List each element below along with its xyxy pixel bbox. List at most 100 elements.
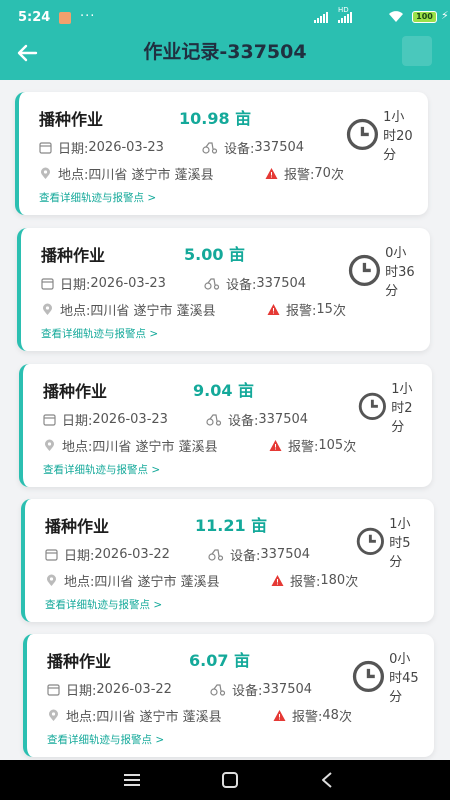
location-label: 地点: [66,710,97,725]
record-area: 6.07 亩 [189,651,251,670]
alarm-label: 报警: [284,168,315,183]
duration-text: 0小时36分 [385,246,415,299]
record-alarms: 报警: 48 次 [273,706,352,725]
record-date: 日期: 2026-03-23 [39,138,164,157]
record-list: 播种作业 10.98 亩 1小时20分 日期: 2026-03-23 设备: 3… [0,80,450,760]
record-card[interactable]: 播种作业 9.04 亩 1小时2分 日期: 2026-03-23 设备: 337… [19,364,432,487]
record-card[interactable]: 播种作业 11.21 亩 1小时5分 日期: 2026-03-22 设备: 33… [21,499,434,622]
location-pin-icon [47,574,56,586]
warning-icon [273,710,286,721]
record-alarms: 报警: 180 次 [271,571,358,590]
record-duration: 1小时2分 [358,378,418,435]
device-value: 337504 [258,412,309,427]
record-date: 日期: 2026-03-23 [41,274,166,293]
location-label: 地点: [60,304,91,319]
record-area: 9.04 亩 [193,381,255,400]
status-bar: 5:24 ··· HD 100 ⚡ [0,0,450,34]
record-type: 播种作业 [45,517,110,536]
date-label: 日期: [58,142,89,157]
alarm-count: 105 [318,438,344,453]
signal-icon [314,12,328,23]
record-date: 日期: 2026-03-22 [45,545,170,564]
location-pin-icon [49,709,58,721]
duration-text: 1小时2分 [391,382,413,435]
record-duration: 0小时45分 [352,648,420,705]
status-more: ··· [80,9,96,24]
date-value: 2026-03-23 [90,276,166,291]
date-label: 日期: [60,278,91,293]
alarm-count: 15 [316,302,333,317]
device-label: 设备: [232,684,263,699]
calendar-icon [45,549,58,561]
record-area: 11.21 亩 [195,516,268,535]
location-value: 四川省 遂宁市 蓬溪县 [90,304,216,319]
view-detail-link[interactable]: 查看详细轨迹与报警点 > [41,326,158,341]
record-date: 日期: 2026-03-23 [43,410,168,429]
clock-icon [357,527,385,556]
record-duration: 1小时20分 [346,106,414,163]
date-label: 日期: [64,549,95,564]
record-alarms: 报警: 15 次 [267,300,346,319]
record-type: 播种作业 [47,652,112,671]
duration-text: 1小时20分 [383,110,413,163]
header-action-button[interactable] [402,36,432,66]
record-type: 播种作业 [43,382,108,401]
calendar-icon [43,414,56,426]
clock-icon [347,118,379,151]
device-value: 337504 [262,682,313,697]
record-card[interactable]: 播种作业 10.98 亩 1小时20分 日期: 2026-03-23 设备: 3… [15,92,428,215]
tractor-icon [202,142,218,154]
alarm-label: 报警: [286,304,317,319]
calendar-icon [41,278,54,290]
back-triangle-icon[interactable] [315,769,339,791]
record-type: 播种作业 [39,110,104,129]
date-label: 日期: [66,684,97,699]
record-device: 设备: 337504 [206,410,308,429]
location-label: 地点: [64,575,95,590]
date-value: 2026-03-23 [88,140,164,155]
wifi-icon [389,11,403,22]
tractor-icon [204,278,220,290]
view-detail-link[interactable]: 查看详细轨迹与报警点 > [47,732,164,747]
alarm-count: 48 [322,708,339,723]
record-type: 播种作业 [41,246,106,265]
location-label: 地点: [58,168,89,183]
charging-icon: ⚡ [441,9,449,22]
warning-icon [267,304,280,315]
warning-icon [269,440,282,451]
view-detail-link[interactable]: 查看详细轨迹与报警点 > [43,462,160,477]
app-header: 5:24 ··· HD 100 ⚡ 作业记录-337504 [0,0,450,80]
location-value: 四川省 遂宁市 蓬溪县 [92,440,218,455]
device-label: 设备: [226,278,257,293]
date-label: 日期: [62,414,93,429]
device-value: 337504 [260,547,311,562]
device-label: 设备: [224,142,255,157]
alarm-count: 180 [320,573,346,588]
record-alarms: 报警: 105 次 [269,436,356,455]
view-detail-link[interactable]: 查看详细轨迹与报警点 > [39,190,156,205]
record-date: 日期: 2026-03-22 [47,680,172,699]
menu-icon[interactable] [120,769,144,791]
record-device: 设备: 337504 [208,545,310,564]
calendar-icon [39,142,52,154]
record-card[interactable]: 播种作业 6.07 亩 0小时45分 日期: 2026-03-22 设备: 33… [23,634,434,757]
location-value: 四川省 遂宁市 蓬溪县 [96,710,222,725]
system-nav-bar [0,760,450,800]
device-value: 337504 [256,276,307,291]
location-label: 地点: [62,440,93,455]
record-duration: 1小时5分 [356,513,416,570]
view-detail-link[interactable]: 查看详细轨迹与报警点 > [45,597,162,612]
record-card[interactable]: 播种作业 5.00 亩 0小时36分 日期: 2026-03-23 设备: 33… [17,228,430,351]
device-value: 337504 [254,140,305,155]
calendar-icon [47,684,60,696]
location-value: 四川省 遂宁市 蓬溪县 [88,168,214,183]
warning-icon [271,575,284,586]
alarm-unit: 次 [332,304,346,319]
tractor-icon [206,414,222,426]
record-duration: 0小时36分 [348,242,416,299]
duration-text: 1小时5分 [389,517,411,570]
home-square-icon[interactable] [218,769,242,791]
alarm-count: 70 [314,166,331,181]
location-pin-icon [43,303,52,315]
record-alarms: 报警: 70 次 [265,164,344,183]
